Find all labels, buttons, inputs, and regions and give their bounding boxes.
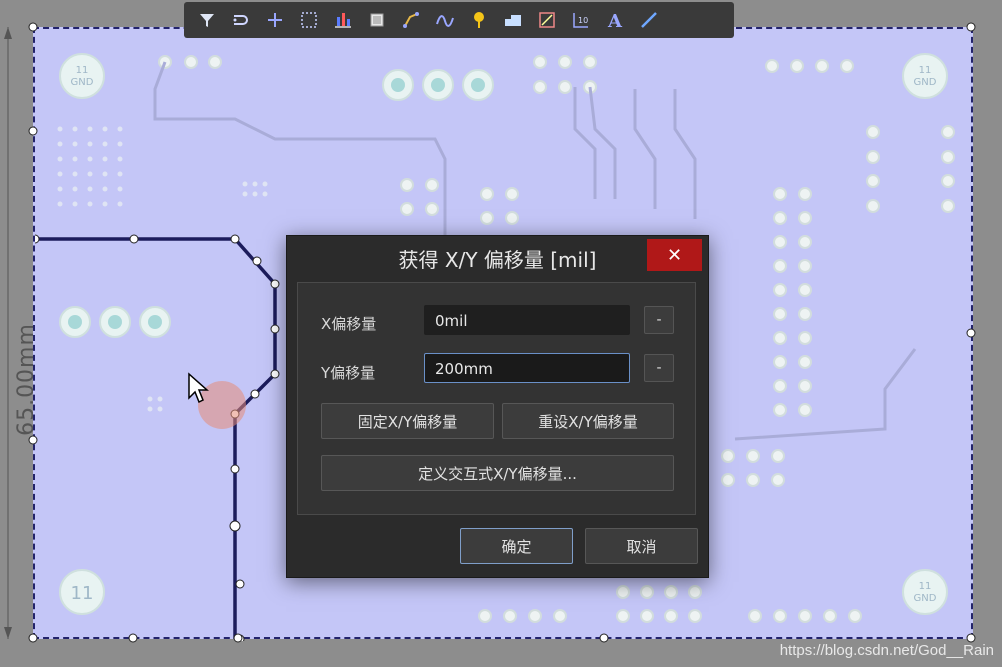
crosshair-icon[interactable]	[260, 5, 290, 35]
diff-pair-icon[interactable]	[430, 5, 460, 35]
svg-text:GND: GND	[71, 77, 94, 88]
y-offset-input[interactable]: 200mm	[424, 353, 630, 383]
svg-text:11: 11	[76, 65, 89, 76]
x-offset-input[interactable]: 0mil	[424, 305, 630, 335]
xy-offset-dialog: 获得 X/Y 偏移量 [mil] ✕ X偏移量 0mil - Y偏移量 200m…	[286, 235, 709, 578]
line-icon[interactable]	[634, 5, 664, 35]
dialog-body: X偏移量 0mil - Y偏移量 200mm - 固定X/Y偏移量 重设X/Y偏…	[297, 282, 696, 515]
select-rect-icon[interactable]	[294, 5, 324, 35]
svg-text:GND: GND	[914, 77, 937, 88]
svg-text:11: 11	[919, 65, 932, 76]
svg-text:11: 11	[71, 583, 94, 604]
arrow-cursor-icon	[188, 372, 209, 404]
svg-text:GND: GND	[914, 593, 937, 604]
route-icon[interactable]	[226, 5, 256, 35]
dimension-ruler: 65.00mm	[0, 27, 39, 639]
svg-text:A: A	[607, 11, 623, 31]
ok-button[interactable]: 确定	[460, 528, 573, 564]
measure-icon[interactable]	[532, 5, 562, 35]
component-icon[interactable]	[362, 5, 392, 35]
cancel-button[interactable]: 取消	[585, 528, 698, 564]
via-icon[interactable]	[464, 5, 494, 35]
dimension-icon[interactable]: 10	[566, 5, 596, 35]
close-button[interactable]: ✕	[647, 239, 702, 271]
x-offset-label: X偏移量	[321, 315, 377, 333]
define-interactive-offset-button[interactable]: 定义交互式X/Y偏移量...	[321, 455, 674, 491]
polygon-icon[interactable]	[498, 5, 528, 35]
y-offset-label: Y偏移量	[321, 364, 376, 382]
filter-icon[interactable]	[192, 5, 222, 35]
x-offset-minus-button[interactable]: -	[644, 306, 674, 334]
text-icon[interactable]: A	[600, 5, 630, 35]
y-offset-minus-button[interactable]: -	[644, 354, 674, 382]
track-icon[interactable]	[396, 5, 426, 35]
svg-text:11: 11	[919, 581, 932, 592]
svg-text:10: 10	[578, 16, 588, 25]
active-bar-toolbar: 10 A	[184, 2, 734, 38]
dialog-title: 获得 X/Y 偏移量 [mil]	[398, 248, 597, 272]
fix-offset-button[interactable]: 固定X/Y偏移量	[321, 403, 494, 439]
reset-offset-button[interactable]: 重设X/Y偏移量	[502, 403, 674, 439]
watermark: https://blog.csdn.net/God__Rain	[779, 642, 994, 659]
align-icon[interactable]	[328, 5, 358, 35]
